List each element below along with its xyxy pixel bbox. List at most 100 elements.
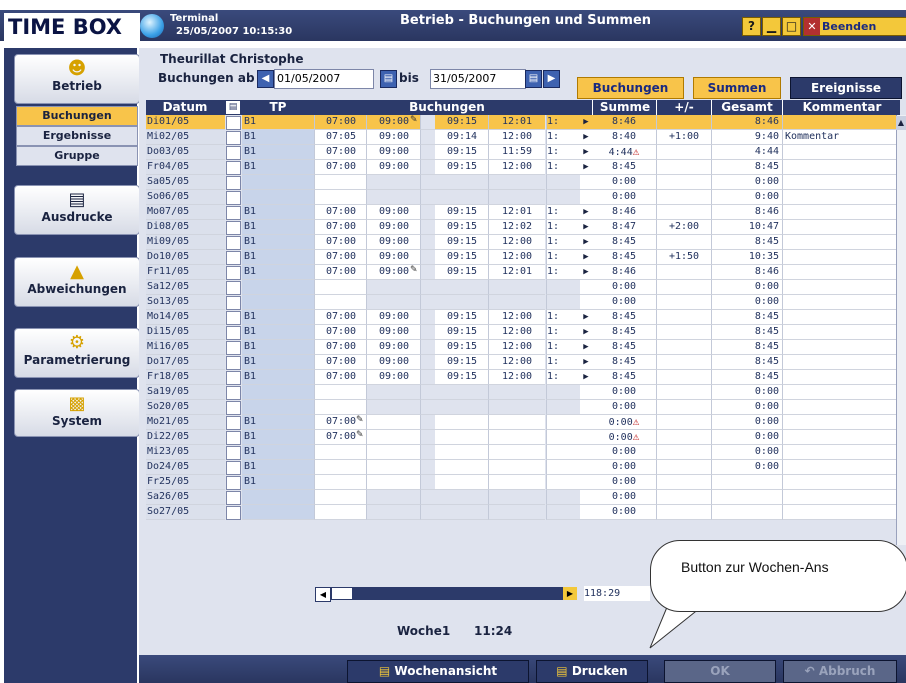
booking-cell[interactable] (314, 505, 367, 520)
kommentar-cell[interactable]: Kommentar (782, 130, 897, 145)
col-tp[interactable]: TP (242, 100, 314, 115)
print-button[interactable]: ▤ Drucken (536, 660, 648, 683)
booking-cell[interactable]: 1: (546, 235, 581, 250)
booking-cell[interactable] (314, 490, 367, 505)
help-button[interactable]: ? (742, 17, 761, 36)
table-row[interactable]: Sa19/05 0:00 0:00 (146, 385, 900, 400)
booking-cell[interactable]: 12:00 (488, 325, 545, 340)
booking-cell[interactable]: 09:00 (366, 250, 421, 265)
booking-cell[interactable] (546, 460, 581, 475)
booking-cell[interactable]: 1: (546, 250, 581, 265)
booking-cell[interactable]: 1: (546, 340, 581, 355)
row-arrow-icon[interactable]: ▶ (580, 325, 592, 340)
booking-cell[interactable]: 07:00 (314, 355, 367, 370)
kommentar-cell[interactable] (782, 460, 897, 475)
booking-cell[interactable]: 12:02 (488, 220, 545, 235)
table-row[interactable]: So13/05 0:00 0:00 (146, 295, 900, 310)
row-checkbox[interactable] (226, 416, 241, 430)
table-row[interactable]: Mo07/05 B1 07:00 09:00 09:15 12:01 1: ▶ 8:46 8:46 (146, 205, 900, 220)
booking-cell[interactable] (488, 385, 545, 400)
table-row[interactable]: Di15/05 B1 07:00 09:00 09:15 12:00 1: ▶ 8:45 8:45 (146, 325, 900, 340)
kommentar-cell[interactable] (782, 190, 897, 205)
booking-cell[interactable]: 1: (546, 160, 581, 175)
col-summe[interactable]: Summe (592, 100, 657, 115)
table-row[interactable]: Di22/05 B1 07:00 ✎ 0:00⚠ 0:00 (146, 430, 900, 445)
booking-cell[interactable]: 12:00 (488, 340, 545, 355)
booking-cell[interactable]: 07:00 (314, 235, 367, 250)
booking-cell[interactable]: 1: (546, 205, 581, 220)
booking-cell[interactable] (434, 280, 489, 295)
tab-ereignisse[interactable]: Ereignisse (790, 77, 902, 99)
table-row[interactable]: Fr25/05 B1 0:00 (146, 475, 900, 490)
booking-cell[interactable]: 1: (546, 370, 581, 385)
row-arrow-icon[interactable] (580, 280, 592, 295)
row-checkbox[interactable] (226, 266, 241, 280)
col-datum[interactable]: Datum (146, 100, 224, 115)
booking-cell[interactable] (366, 400, 421, 415)
booking-cell[interactable] (434, 400, 489, 415)
booking-cell[interactable] (366, 475, 421, 490)
booking-cell[interactable]: 09:15 (434, 235, 489, 250)
row-checkbox[interactable] (226, 251, 241, 265)
table-row[interactable]: Mo14/05 B1 07:00 09:00 09:15 12:00 1: ▶ 8:45 8:45 (146, 310, 900, 325)
booking-cell[interactable] (314, 280, 367, 295)
booking-cell[interactable] (488, 475, 545, 490)
table-row[interactable]: Do17/05 B1 07:00 09:00 09:15 12:00 1: ▶ 8:45 8:45 (146, 355, 900, 370)
to-date-field[interactable]: 31/05/2007 (430, 69, 526, 89)
booking-cell[interactable]: 09:15 (434, 220, 489, 235)
col-plusminus[interactable]: +/- (656, 100, 711, 115)
nav-abweichungen[interactable]: ▲ Abweichungen (14, 257, 140, 307)
sub-item-ergebnisse[interactable]: Ergebnisse (16, 126, 138, 146)
booking-cell[interactable]: 12:00 (488, 370, 545, 385)
booking-cell[interactable] (366, 190, 421, 205)
kommentar-cell[interactable] (782, 250, 897, 265)
booking-cell[interactable]: 09:00 (366, 370, 421, 385)
row-arrow-icon[interactable]: ▶ (580, 355, 592, 370)
booking-cell[interactable] (434, 445, 489, 460)
row-arrow-icon[interactable]: ▶ (580, 370, 592, 385)
booking-cell[interactable]: 09:14 (434, 130, 489, 145)
booking-cell[interactable] (366, 460, 421, 475)
booking-cell[interactable]: 07:00 (314, 115, 367, 130)
booking-cell[interactable]: 09:15 (434, 310, 489, 325)
col-buchungen[interactable]: Buchungen (314, 100, 580, 115)
booking-cell[interactable] (488, 280, 545, 295)
booking-cell[interactable] (546, 475, 581, 490)
row-checkbox[interactable] (226, 401, 241, 415)
booking-cell[interactable] (546, 385, 581, 400)
booking-cell[interactable] (434, 505, 489, 520)
booking-cell[interactable]: 07:00 (314, 370, 367, 385)
booking-cell[interactable] (488, 490, 545, 505)
from-date-field[interactable]: 01/05/2007 (274, 69, 374, 89)
kommentar-cell[interactable] (782, 505, 897, 520)
row-arrow-icon[interactable] (580, 415, 592, 430)
row-arrow-icon[interactable]: ▶ (580, 235, 592, 250)
booking-cell[interactable]: 09:00 (366, 325, 421, 340)
booking-cell[interactable] (546, 505, 581, 520)
row-checkbox[interactable] (226, 446, 241, 460)
booking-cell[interactable] (366, 280, 421, 295)
row-arrow-icon[interactable]: ▶ (580, 265, 592, 280)
booking-cell[interactable] (488, 400, 545, 415)
col-kommentar[interactable]: Kommentar (782, 100, 901, 115)
table-row[interactable]: So27/05 0:00 (146, 505, 900, 520)
row-checkbox[interactable] (226, 506, 241, 520)
booking-cell[interactable] (434, 385, 489, 400)
row-arrow-icon[interactable] (580, 400, 592, 415)
row-arrow-icon[interactable]: ▶ (580, 340, 592, 355)
row-checkbox[interactable] (226, 176, 241, 190)
booking-cell[interactable] (546, 445, 581, 460)
booking-cell[interactable]: 09:15 (434, 205, 489, 220)
table-row[interactable]: Fr18/05 B1 07:00 09:00 09:15 12:00 1: ▶ 8:45 8:45 (146, 370, 900, 385)
booking-cell[interactable] (546, 415, 581, 430)
row-arrow-icon[interactable] (580, 505, 592, 520)
row-arrow-icon[interactable] (580, 475, 592, 490)
kommentar-cell[interactable] (782, 235, 897, 250)
kommentar-cell[interactable] (782, 400, 897, 415)
booking-cell[interactable]: 1: (546, 265, 581, 280)
booking-cell[interactable]: 07:00 (314, 205, 367, 220)
scroll-right-icon[interactable]: ▶ (563, 587, 577, 600)
booking-cell[interactable] (488, 430, 545, 445)
kommentar-cell[interactable] (782, 340, 897, 355)
exit-button[interactable]: ✕ Beenden (803, 17, 906, 36)
